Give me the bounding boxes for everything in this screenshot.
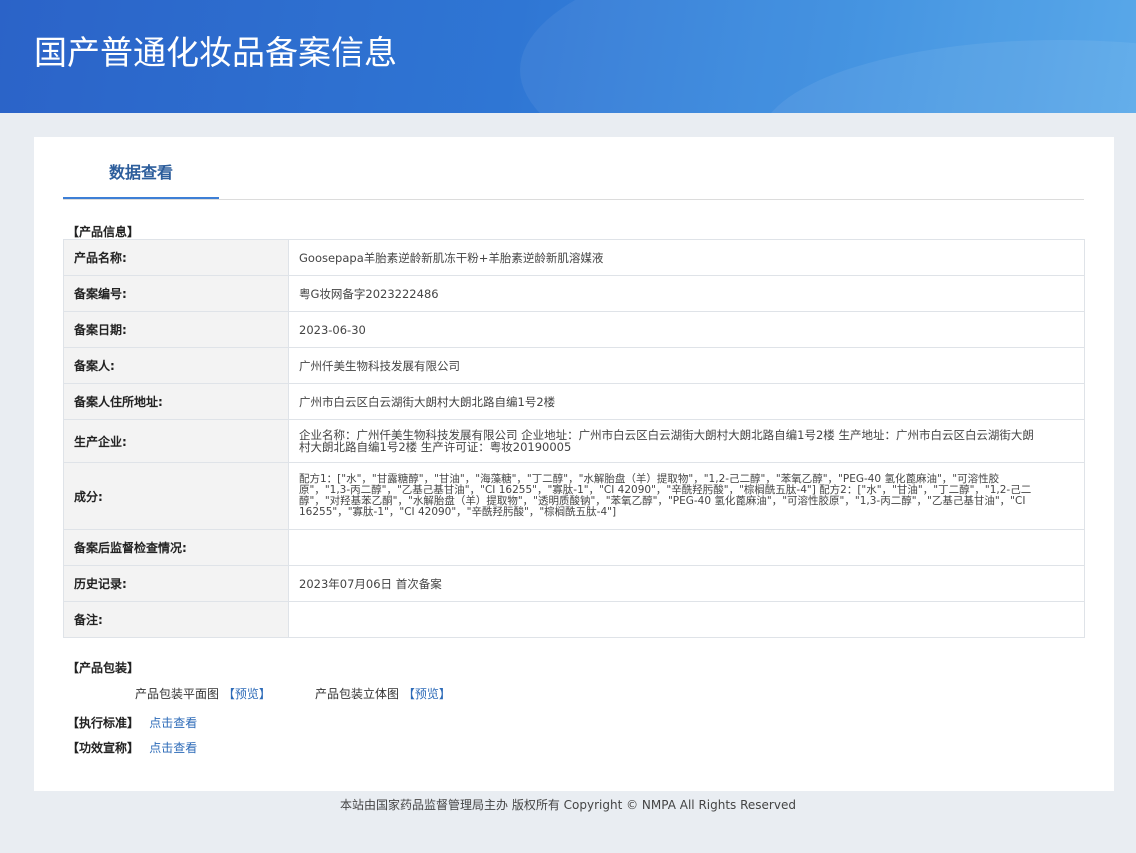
- package-solid-preview-link[interactable]: 【预览】: [403, 687, 451, 701]
- field-value: 粤G妆网备字2023222486: [288, 275, 1085, 312]
- table-row: 历史记录: 2023年07月06日 首次备案: [63, 565, 1085, 602]
- section-efficacy-label: 【功效宣称】: [67, 741, 140, 755]
- field-label: 备案人:: [63, 347, 289, 384]
- package-flat-preview-link[interactable]: 【预览】: [223, 687, 271, 701]
- page-title: 国产普通化妆品备案信息: [34, 33, 397, 72]
- field-label: 备案人住所地址:: [63, 383, 289, 420]
- field-label: 备案编号:: [63, 275, 289, 312]
- section-efficacy: 【功效宣称】 点击查看: [67, 739, 197, 756]
- table-row: 备案编号: 粤G妆网备字2023222486: [63, 275, 1085, 312]
- field-value: 广州市白云区白云湖街大朗村大朗北路自编1号2楼: [288, 383, 1085, 420]
- section-standard-label: 【执行标准】: [67, 716, 140, 730]
- field-value: 2023-06-30: [288, 311, 1085, 348]
- field-label: 产品名称:: [63, 239, 289, 276]
- field-label: 历史记录:: [63, 565, 289, 602]
- field-label: 生产企业:: [63, 419, 289, 463]
- field-value: [288, 601, 1085, 638]
- table-row: 备注:: [63, 601, 1085, 638]
- section-product-info: 【产品信息】: [67, 225, 140, 239]
- section-packaging: 【产品包装】: [67, 661, 140, 675]
- tab-data-view[interactable]: 数据查看: [63, 147, 219, 199]
- field-label: 成分:: [63, 462, 289, 530]
- field-value: 2023年07月06日 首次备案: [288, 565, 1085, 602]
- standard-view-link[interactable]: 点击查看: [149, 716, 197, 730]
- field-label: 备注:: [63, 601, 289, 638]
- table-row: 备案后监督检查情况:: [63, 529, 1085, 566]
- package-flat-label: 产品包装平面图: [135, 687, 220, 701]
- table-row: 生产企业: 企业名称：广州仟美生物科技发展有限公司 企业地址：广州市白云区白云湖…: [63, 419, 1085, 463]
- table-row: 备案人: 广州仟美生物科技发展有限公司: [63, 347, 1085, 384]
- table-row: 产品名称: Goosepapa羊胎素逆龄新肌冻干粉+羊胎素逆龄新肌溶媒液: [63, 239, 1085, 276]
- field-value: 广州仟美生物科技发展有限公司: [288, 347, 1085, 384]
- package-solid-item: 产品包装立体图 【预览】: [315, 685, 451, 702]
- table-row: 备案人住所地址: 广州市白云区白云湖街大朗村大朗北路自编1号2楼: [63, 383, 1085, 420]
- product-info-table: 产品名称: Goosepapa羊胎素逆龄新肌冻干粉+羊胎素逆龄新肌溶媒液 备案编…: [63, 239, 1085, 638]
- header-banner: 国产普通化妆品备案信息: [0, 0, 1136, 113]
- footer-copyright: 本站由国家药品监督管理局主办 版权所有 Copyright © NMPA All…: [340, 798, 796, 812]
- field-label: 备案日期:: [63, 311, 289, 348]
- field-value: Goosepapa羊胎素逆龄新肌冻干粉+羊胎素逆龄新肌溶媒液: [288, 239, 1085, 276]
- field-value: [288, 529, 1085, 566]
- table-row: 成分: 配方1：["水"，"甘露糖醇"，"甘油"，"海藻糖"，"丁二醇"，"水解…: [63, 462, 1085, 530]
- efficacy-view-link[interactable]: 点击查看: [149, 741, 197, 755]
- tab-divider: [63, 199, 1084, 200]
- field-value: 配方1：["水"，"甘露糖醇"，"甘油"，"海藻糖"，"丁二醇"，"水解胎盘（羊…: [288, 462, 1085, 530]
- content-panel: 数据查看 【产品信息】 产品名称: Goosepapa羊胎素逆龄新肌冻干粉+羊胎…: [34, 137, 1114, 791]
- table-row: 备案日期: 2023-06-30: [63, 311, 1085, 348]
- package-flat-item: 产品包装平面图 【预览】: [135, 685, 271, 702]
- field-label: 备案后监督检查情况:: [63, 529, 289, 566]
- package-solid-label: 产品包装立体图: [315, 687, 400, 701]
- section-standard: 【执行标准】 点击查看: [67, 714, 197, 731]
- field-value: 企业名称：广州仟美生物科技发展有限公司 企业地址：广州市白云区白云湖街大朗村大朗…: [288, 419, 1085, 463]
